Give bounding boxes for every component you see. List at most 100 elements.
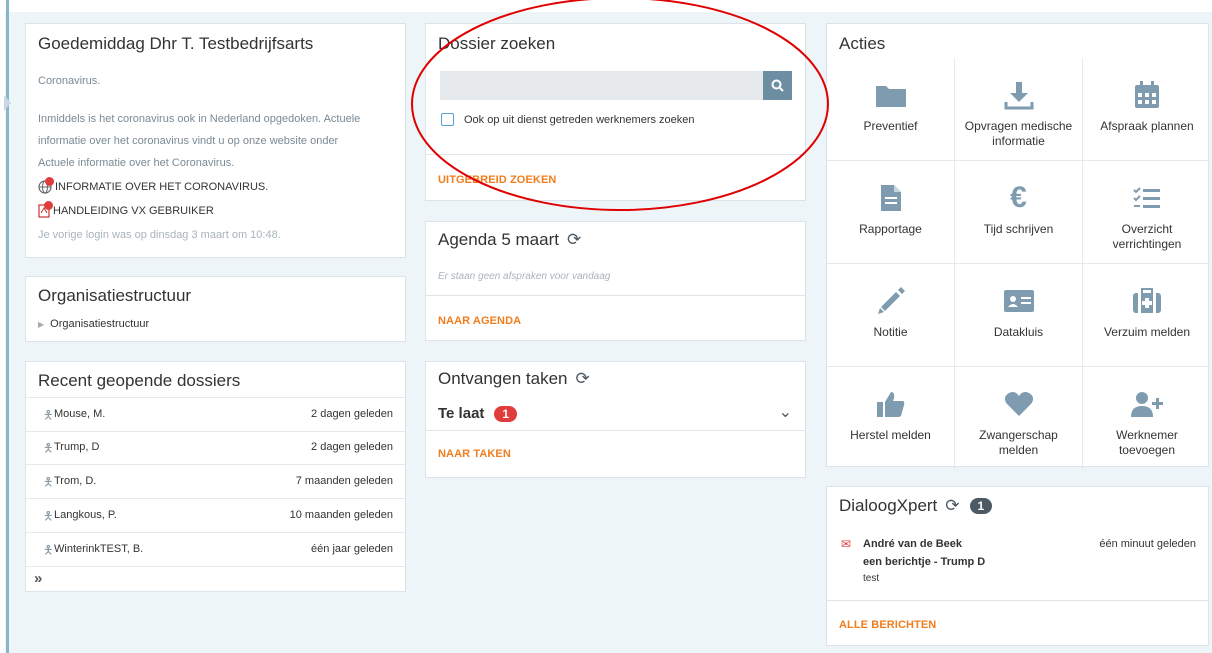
org-title: Organisatiestructuur xyxy=(38,286,192,305)
message-item[interactable]: ✉ André van de Beek één minuut geleden e… xyxy=(827,531,1208,599)
manual-link-label: HANDLEIDING VX GEBRUIKER xyxy=(53,205,214,217)
action-notitie[interactable]: Notitie xyxy=(827,264,955,367)
dossier-name: Trump, D xyxy=(54,441,100,453)
recent-dossiers-card: Recent geopende dossiers 🯅 Mouse, M. 2 d… xyxy=(25,361,406,592)
message-preview: test xyxy=(863,573,880,584)
action-tijd-schrijven[interactable]: € Tijd schrijven xyxy=(955,161,1083,264)
dossier-time: 10 maanden geleden xyxy=(289,509,393,521)
dossier-time: 2 dagen geleden xyxy=(311,408,393,420)
refresh-icon[interactable]: ⟳ xyxy=(567,230,581,250)
divider xyxy=(827,600,1208,601)
envelope-icon: ✉ xyxy=(841,537,852,551)
last-login: Je vorige login was op dinsdag 3 maart o… xyxy=(38,229,281,241)
corona-info-link-label: INFORMATIE OVER HET CORONAVIRUS. xyxy=(55,181,269,193)
folder-icon xyxy=(875,86,906,107)
late-tasks-row[interactable]: Te laat 1 xyxy=(438,405,518,422)
search-icon xyxy=(771,79,784,92)
tasks-link[interactable]: NAAR TAKEN xyxy=(438,448,511,460)
action-label: Werknemer toevoegen xyxy=(1116,428,1178,457)
chevron-down-icon[interactable]: ⌄ xyxy=(779,402,792,422)
person-icon: 🯅 xyxy=(43,475,54,489)
id-card-icon xyxy=(1003,290,1034,312)
welcome-body: Inmiddels is het coronavirus ook in Nede… xyxy=(38,113,361,169)
action-afspraak[interactable]: Afspraak plannen xyxy=(1083,58,1211,161)
action-label: Tijd schrijven xyxy=(983,222,1054,236)
dossier-name: Mouse, M. xyxy=(54,408,106,420)
search-button[interactable] xyxy=(763,71,792,100)
dossier-name: Langkous, P. xyxy=(54,509,117,521)
tasks-title: Ontvangen taken xyxy=(438,369,568,388)
late-tasks-badge: 1 xyxy=(494,405,518,422)
action-label: Opvragen medische informatie xyxy=(964,119,1073,148)
tasks-card: Ontvangen taken ⟳ Te laat 1 ⌄ NAAR TAKEN xyxy=(425,361,806,478)
refresh-icon[interactable]: ⟳ xyxy=(575,369,589,389)
person-icon: 🯅 xyxy=(43,441,54,455)
list-item[interactable]: 🯅 Mouse, M. 2 dagen geleden xyxy=(26,397,405,432)
org-card: Organisatiestructuur ▶ Organisatiestruct… xyxy=(25,276,406,342)
action-label: Afspraak plannen xyxy=(1100,119,1194,133)
dialoog-header: DialoogXpert ⟳ 1 xyxy=(839,496,993,516)
checklist-icon xyxy=(1133,187,1160,208)
actions-title: Acties xyxy=(839,34,886,53)
action-label: Datakluis xyxy=(993,325,1044,339)
top-strip xyxy=(0,0,1212,12)
action-overzicht[interactable]: Overzicht verrichtingen xyxy=(1083,161,1211,264)
inactive-employees-checkbox-row[interactable]: Ook op uit dienst getreden werknemers zo… xyxy=(441,113,695,126)
list-item[interactable]: 🯅 Trump, D 2 dagen geleden xyxy=(26,431,405,465)
refresh-icon[interactable]: ⟳ xyxy=(945,496,959,516)
agenda-title: Agenda 5 maart xyxy=(438,230,559,249)
corona-info-link[interactable]: INFORMATIE OVER HET CORONAVIRUS. xyxy=(38,177,269,194)
agenda-header: Agenda 5 maart ⟳ xyxy=(438,230,581,250)
dialoog-title: DialoogXpert xyxy=(839,496,938,515)
calendar-icon xyxy=(1135,81,1159,108)
advanced-search-link[interactable]: UITGEBREID ZOEKEN xyxy=(438,174,556,186)
notification-dot xyxy=(45,177,54,186)
action-preventief[interactable]: Preventief xyxy=(827,58,955,161)
list-item[interactable]: 🯅 Langkous, P. 10 maanden geleden xyxy=(26,499,405,533)
action-verzuim[interactable]: Verzuim melden xyxy=(1083,264,1211,367)
action-label: Herstel melden xyxy=(850,428,931,442)
welcome-title: Goedemiddag Dhr T. Testbedrijfsarts xyxy=(38,34,314,53)
welcome-card: Goedemiddag Dhr T. Testbedrijfsarts Coro… xyxy=(25,23,406,258)
all-messages-link[interactable]: ALLE BERICHTEN xyxy=(839,619,936,631)
dialoogxpert-card: DialoogXpert ⟳ 1 ✉ André van de Beek één… xyxy=(826,486,1209,646)
action-label: Notitie xyxy=(873,325,908,339)
tasks-header: Ontvangen taken ⟳ xyxy=(438,369,590,389)
caret-right-icon: ▶ xyxy=(38,319,45,329)
org-tree-item[interactable]: ▶ Organisatiestructuur xyxy=(38,318,149,330)
collapse-notch[interactable] xyxy=(4,95,11,111)
manual-link[interactable]: HANDLEIDING VX GEBRUIKER xyxy=(38,201,214,218)
message-time: één minuut geleden xyxy=(1099,538,1196,550)
euro-icon: € xyxy=(1010,181,1027,214)
action-zwangerschap[interactable]: Zwangerschap melden xyxy=(955,367,1083,470)
action-datakluis[interactable]: Datakluis xyxy=(955,264,1083,367)
dossier-time: één jaar geleden xyxy=(311,543,393,555)
download-icon xyxy=(1004,82,1033,110)
person-icon: 🯅 xyxy=(43,543,54,557)
divider xyxy=(426,295,805,296)
action-label: Verzuim melden xyxy=(1103,325,1191,339)
action-herstel[interactable]: Herstel melden xyxy=(827,367,955,470)
search-title: Dossier zoeken xyxy=(438,34,556,53)
person-icon: 🯅 xyxy=(43,509,54,523)
dossier-name: WinterinkTEST, B. xyxy=(54,543,144,555)
search-input[interactable] xyxy=(440,71,777,100)
dossier-time: 2 dagen geleden xyxy=(311,441,393,453)
dossier-time: 7 maanden geleden xyxy=(295,475,393,487)
action-medical-info[interactable]: Opvragen medische informatie xyxy=(955,58,1083,161)
divider xyxy=(426,154,805,155)
dialoog-count-badge: 1 xyxy=(969,498,993,514)
list-item[interactable]: 🯅 Trom, D. 7 maanden geleden xyxy=(26,465,405,499)
agenda-link[interactable]: NAAR AGENDA xyxy=(438,315,521,327)
action-werknemer-toevoegen[interactable]: Werknemer toevoegen xyxy=(1083,367,1211,470)
agenda-card: Agenda 5 maart ⟳ Er staan geen afspraken… xyxy=(425,221,806,341)
agenda-empty-text: Er staan geen afspraken voor vandaag xyxy=(438,271,611,282)
list-item[interactable]: 🯅 WinterinkTEST, B. één jaar geleden xyxy=(26,533,405,567)
medical-case-icon xyxy=(1133,288,1161,313)
org-tree-item-label: Organisatiestructuur xyxy=(50,318,150,330)
action-rapportage[interactable]: Rapportage xyxy=(827,161,955,264)
message-sender: André van de Beek xyxy=(863,538,963,550)
more-dossiers-button[interactable]: » xyxy=(34,570,42,587)
thumbs-up-icon xyxy=(876,392,904,417)
inactive-employees-checkbox[interactable] xyxy=(441,113,454,126)
